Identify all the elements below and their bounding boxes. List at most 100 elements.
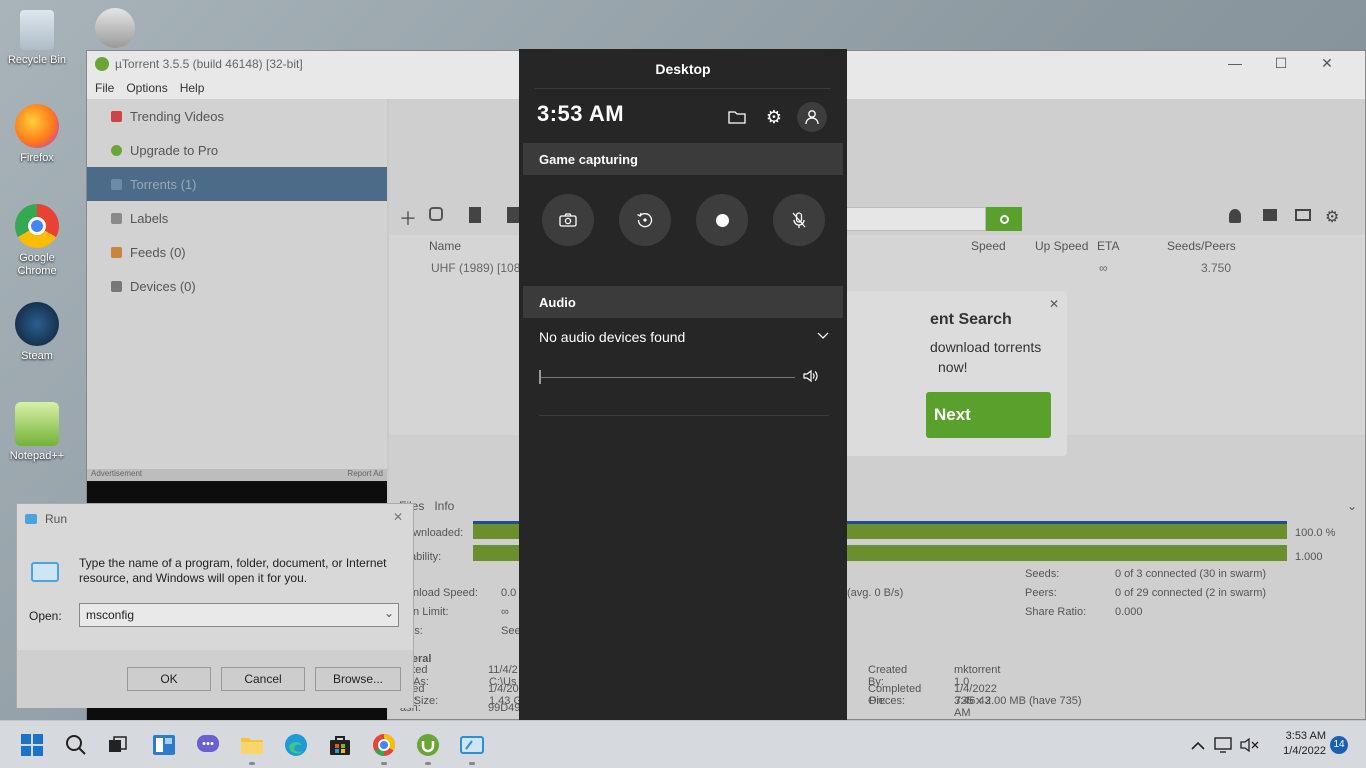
partial-shortcut-icon[interactable]: [80, 8, 150, 52]
down-limit-val: ∞: [501, 606, 509, 618]
popup-line2: now!: [938, 359, 968, 375]
firefox-shortcut[interactable]: Firefox: [2, 104, 72, 165]
close-button[interactable]: ✕: [1307, 55, 1347, 75]
popup-title: ent Search: [930, 311, 1012, 328]
volume-thumb[interactable]: [539, 370, 541, 384]
sidebar-item-trending[interactable]: Trending Videos: [87, 99, 387, 133]
teams-chat-button[interactable]: [196, 733, 220, 757]
col-up-speed[interactable]: Up Speed: [1035, 239, 1088, 253]
sidebar-item-devices[interactable]: Devices (0): [87, 269, 387, 303]
mic-toggle-button[interactable]: [773, 194, 825, 246]
col-seeds-peers[interactable]: Seeds/Peers: [1167, 239, 1236, 253]
start-button[interactable]: [20, 733, 44, 757]
run-description: Type the name of a program, folder, docu…: [79, 556, 387, 585]
sidebar-item-torrents[interactable]: Torrents (1): [87, 167, 387, 201]
volume-slider[interactable]: [539, 370, 795, 384]
notification-badge[interactable]: 14: [1330, 736, 1348, 754]
monitor-icon[interactable]: [1295, 209, 1311, 221]
chrome-shortcut[interactable]: Google Chrome: [2, 204, 72, 278]
menu-file[interactable]: File: [95, 81, 114, 95]
run-input[interactable]: msconfig ⌄: [79, 603, 399, 627]
chat-icon[interactable]: [1263, 209, 1277, 221]
col-name[interactable]: Name: [429, 239, 461, 253]
popup-next-button[interactable]: Next: [926, 392, 1051, 438]
drive-icon: [95, 8, 135, 48]
gear-icon[interactable]: ⚙: [762, 105, 786, 129]
share-ratio-val: 0.000: [1115, 606, 1143, 618]
volume-muted-icon[interactable]: [1238, 733, 1262, 757]
record-last-30s-button[interactable]: [619, 194, 671, 246]
popup-line1: download torrents: [930, 339, 1042, 355]
row-name: UHF (1989) [1080: [431, 261, 528, 275]
minimize-button[interactable]: —: [1215, 55, 1255, 75]
row-eta: ∞: [1099, 261, 1108, 275]
run-dialog: Run ✕ Type the name of a program, folder…: [16, 503, 414, 708]
search-button[interactable]: [986, 207, 1022, 231]
notepadpp-icon: [15, 402, 59, 446]
folder-icon[interactable]: [725, 105, 749, 129]
sidebar-item-feeds[interactable]: Feeds (0): [87, 235, 387, 269]
utorrent-taskbar-button[interactable]: [416, 733, 440, 765]
network-icon[interactable]: [1212, 733, 1236, 757]
popup-close-icon[interactable]: ✕: [1049, 297, 1059, 311]
chrome-icon: [15, 204, 59, 248]
collapse-chevron-icon[interactable]: ⌄: [1347, 499, 1357, 513]
clock-date: 1/4/2022: [1283, 745, 1326, 757]
audio-device-label: No audio devices found: [539, 329, 686, 345]
seeds-label: Seeds:: [1025, 568, 1060, 580]
run-dialog-icon: [31, 562, 59, 582]
chat-icon: [197, 735, 219, 752]
account-icon[interactable]: [797, 102, 827, 132]
peers-val: 0 of 29 connected (2 in swarm): [1115, 587, 1267, 599]
add-torrent-icon[interactable]: ＋: [399, 205, 417, 231]
gamebar-capture-widget: Desktop 3:53 AM ⚙ Game capturing Audio N…: [519, 49, 847, 720]
store-button[interactable]: [328, 733, 352, 757]
run-taskbar-button[interactable]: [460, 733, 484, 765]
search-taskbar-button[interactable]: [64, 733, 88, 757]
col-eta[interactable]: ETA: [1097, 239, 1119, 253]
recycle-bin-shortcut[interactable]: Recycle Bin: [2, 10, 72, 67]
show-hidden-icons-chevron-icon[interactable]: [1186, 733, 1210, 757]
add-link-icon[interactable]: [429, 207, 443, 221]
upgrade-icon: [111, 144, 122, 156]
rss-icon: [111, 246, 122, 258]
store-bag-icon: [330, 736, 350, 755]
bulb-icon[interactable]: [1229, 209, 1241, 223]
report-ad-link[interactable]: Report Ad: [347, 469, 383, 481]
dropdown-chevron-icon[interactable]: ⌄: [384, 606, 394, 620]
ok-button[interactable]: OK: [127, 667, 211, 691]
notepadpp-shortcut[interactable]: Notepad++: [2, 402, 72, 463]
browse-button[interactable]: Browse...: [315, 667, 401, 691]
file-explorer-button[interactable]: [240, 733, 264, 765]
create-torrent-icon[interactable]: [469, 207, 481, 223]
download-speed-val: 0.0: [501, 587, 517, 599]
menu-options[interactable]: Options: [126, 81, 167, 95]
remove-icon[interactable]: [507, 207, 519, 223]
edge-icon: [285, 734, 307, 756]
maximize-button[interactable]: ☐: [1261, 55, 1301, 75]
steam-shortcut[interactable]: Steam: [2, 302, 72, 363]
sidebar-item-labels[interactable]: Labels: [87, 201, 387, 235]
lightning-icon: [111, 110, 122, 122]
share-ratio-label: Share Ratio:: [1025, 606, 1087, 618]
cancel-button[interactable]: Cancel: [221, 667, 305, 691]
run-close-icon[interactable]: ✕: [393, 510, 403, 524]
menu-help[interactable]: Help: [180, 81, 205, 95]
screenshot-button[interactable]: [542, 194, 594, 246]
audio-device-select[interactable]: No audio devices found: [539, 329, 829, 351]
start-recording-button[interactable]: [696, 194, 748, 246]
chrome-taskbar-button[interactable]: [372, 733, 396, 765]
run-input-value: msconfig: [86, 608, 135, 622]
clock[interactable]: 3:53 AM 1/4/2022: [1272, 729, 1326, 759]
task-view-button[interactable]: [106, 733, 130, 757]
record-dot-icon: [715, 213, 729, 227]
tab-info[interactable]: Info: [434, 499, 454, 513]
speaker-icon[interactable]: [803, 369, 819, 386]
edge-button[interactable]: [284, 733, 308, 757]
search-box[interactable]: [846, 207, 986, 231]
settings-gear-icon[interactable]: ⚙: [1325, 207, 1339, 227]
widgets-button[interactable]: [152, 733, 176, 757]
col-speed[interactable]: Speed: [971, 239, 1006, 253]
sidebar-item-upgrade[interactable]: Upgrade to Pro: [87, 133, 387, 167]
clock-time: 3:53 AM: [1285, 730, 1326, 742]
